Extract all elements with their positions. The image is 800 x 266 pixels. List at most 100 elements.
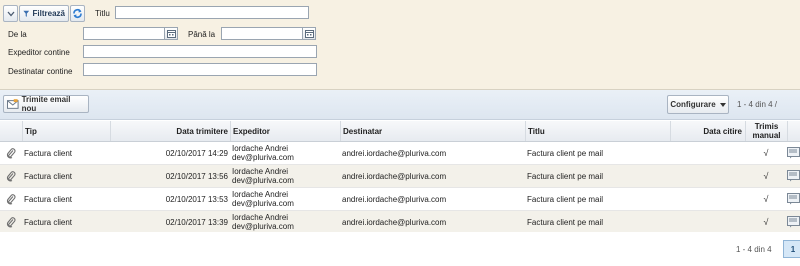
cell-destinatar: andrei.iordache@pluriva.com xyxy=(342,148,447,158)
view-message-button[interactable] xyxy=(787,142,800,164)
grid-toolbar: Trimite email nou Configurare 1 - 4 din … xyxy=(0,90,800,120)
header-trimis-manual[interactable]: Trimis manual xyxy=(745,121,787,141)
refresh-button[interactable] xyxy=(70,5,85,22)
cell-data-trimitere: 02/10/2017 14:29 xyxy=(165,148,228,158)
sender-label: Expeditor contine xyxy=(8,48,70,57)
cell-titlu: Factura client pe mail xyxy=(527,148,604,158)
cell-tip: Factura client xyxy=(24,217,73,227)
attachment-cell xyxy=(0,142,22,164)
cell-data-citire xyxy=(670,165,745,187)
cell-titlu: Factura client pe mail xyxy=(527,217,604,227)
emails-table: Tip Data trimitere Expeditor Destinatar … xyxy=(0,121,800,234)
view-message-button[interactable] xyxy=(787,165,800,187)
header-actions xyxy=(787,121,800,141)
cell-titlu: Factura client pe mail xyxy=(527,171,604,181)
to-date-label: Până la xyxy=(188,30,216,39)
title-input[interactable] xyxy=(115,6,309,19)
view-message-icon xyxy=(787,170,800,182)
filter-panel: Filtrează Titlu De la Până la Expeditor … xyxy=(0,0,800,90)
cell-tip: Factura client xyxy=(24,171,73,181)
check-icon: √ xyxy=(763,148,769,158)
send-new-email-label: Trimite email nou xyxy=(21,95,71,113)
cell-titlu: Factura client pe mail xyxy=(527,194,604,204)
collapse-filter-button[interactable] xyxy=(3,5,18,22)
header-data-citire[interactable]: Data citire xyxy=(670,121,745,141)
expeditor-block: Iordache Andrei dev@pluriva.com xyxy=(232,144,294,162)
table-header-row: Tip Data trimitere Expeditor Destinatar … xyxy=(0,121,800,142)
paperclip-icon xyxy=(6,216,16,227)
table-row[interactable]: Factura client 02/10/2017 13:56 Iordache… xyxy=(0,165,800,188)
view-message-icon xyxy=(787,193,800,205)
expeditor-name: Iordache Andrei xyxy=(232,144,289,153)
table-row[interactable]: Factura client 02/10/2017 13:39 Iordache… xyxy=(0,211,800,234)
calendar-icon xyxy=(304,29,314,38)
to-date-picker xyxy=(221,27,316,40)
header-expeditor[interactable]: Expeditor xyxy=(230,121,340,141)
page-1-button[interactable]: 1 xyxy=(783,240,800,258)
view-message-button[interactable] xyxy=(787,211,800,233)
expeditor-email: dev@pluriva.com xyxy=(232,199,294,208)
bottom-pager-info: 1 - 4 din 4 xyxy=(736,245,772,254)
view-message-icon xyxy=(787,147,800,159)
cell-data-trimitere: 02/10/2017 13:53 xyxy=(165,194,228,204)
paperclip-icon xyxy=(6,147,16,158)
cell-expeditor: Iordache Andrei dev@pluriva.com xyxy=(230,142,340,164)
recipient-label: Destinatar contine xyxy=(8,67,73,76)
configure-button[interactable]: Configurare xyxy=(667,95,729,114)
expeditor-block: Iordache Andrei dev@pluriva.com xyxy=(232,167,294,185)
table-row[interactable]: Factura client 02/10/2017 14:29 Iordache… xyxy=(0,142,800,165)
from-date-input[interactable] xyxy=(83,27,165,40)
dropdown-arrow-icon xyxy=(719,102,726,107)
paperclip-icon xyxy=(6,193,16,204)
cell-trimis-manual: √ xyxy=(745,211,787,233)
expeditor-email: dev@pluriva.com xyxy=(232,222,294,231)
grid-footer: 1 - 4 din 4 1 xyxy=(0,232,800,266)
cell-expeditor: Iordache Andrei dev@pluriva.com xyxy=(230,165,340,187)
trimis-manual-line1: Trimis xyxy=(754,122,779,131)
title-label: Titlu xyxy=(95,9,110,18)
cell-destinatar: andrei.iordache@pluriva.com xyxy=(342,171,447,181)
configure-label: Configurare xyxy=(670,100,716,109)
sender-input[interactable] xyxy=(83,45,317,58)
filter-button-label: Filtrează xyxy=(32,9,65,18)
cell-data-trimitere: 02/10/2017 13:39 xyxy=(165,217,228,227)
expeditor-name: Iordache Andrei xyxy=(232,213,289,222)
cell-expeditor: Iordache Andrei dev@pluriva.com xyxy=(230,211,340,233)
cell-trimis-manual: √ xyxy=(745,165,787,187)
attachment-cell xyxy=(0,188,22,210)
view-message-icon xyxy=(787,216,800,228)
check-icon: √ xyxy=(763,217,769,227)
cell-tip: Factura client xyxy=(24,148,73,158)
header-destinatar[interactable]: Destinatar xyxy=(340,121,525,141)
header-tip[interactable]: Tip xyxy=(22,121,110,141)
header-titlu[interactable]: Titlu xyxy=(525,121,670,141)
recipient-input[interactable] xyxy=(83,63,317,76)
trimis-manual-line2: manual xyxy=(752,131,781,140)
send-new-email-button[interactable]: Trimite email nou xyxy=(3,95,89,113)
chevron-down-icon xyxy=(7,11,14,16)
view-message-button[interactable] xyxy=(787,188,800,210)
table-row[interactable]: Factura client 02/10/2017 13:53 Iordache… xyxy=(0,188,800,211)
to-date-input[interactable] xyxy=(221,27,303,40)
refresh-icon xyxy=(73,9,82,18)
expeditor-email: dev@pluriva.com xyxy=(232,153,294,162)
attachment-cell xyxy=(0,211,22,233)
email-icon xyxy=(7,99,19,109)
funnel-icon xyxy=(23,10,30,17)
cell-expeditor: Iordache Andrei dev@pluriva.com xyxy=(230,188,340,210)
cell-data-citire xyxy=(670,142,745,164)
expeditor-block: Iordache Andrei dev@pluriva.com xyxy=(232,190,294,208)
header-icon-cell xyxy=(0,121,22,141)
from-date-calendar-button[interactable] xyxy=(165,27,178,40)
cell-destinatar: andrei.iordache@pluriva.com xyxy=(342,194,447,204)
to-date-calendar-button[interactable] xyxy=(303,27,316,40)
paperclip-icon xyxy=(6,170,16,181)
header-data-trimitere[interactable]: Data trimitere xyxy=(110,121,230,141)
cell-tip: Factura client xyxy=(24,194,73,204)
from-date-label: De la xyxy=(8,30,27,39)
cell-data-trimitere: 02/10/2017 13:56 xyxy=(165,171,228,181)
expeditor-name: Iordache Andrei xyxy=(232,190,289,199)
filter-button[interactable]: Filtrează xyxy=(19,5,69,22)
expeditor-block: Iordache Andrei dev@pluriva.com xyxy=(232,213,294,231)
cell-data-citire xyxy=(670,188,745,210)
